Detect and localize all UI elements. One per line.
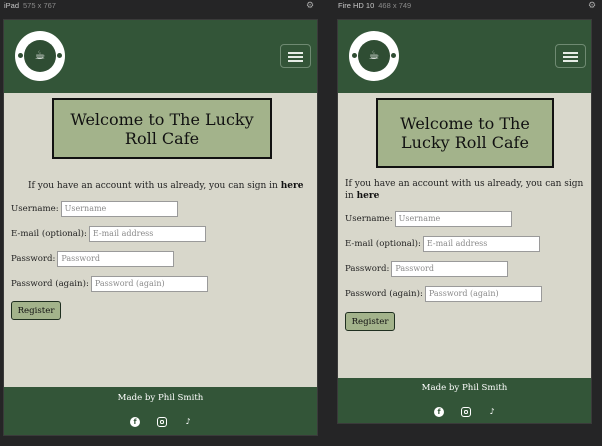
logo-dot	[391, 53, 396, 58]
logo-dot	[18, 53, 23, 58]
hamburger-menu-icon[interactable]	[555, 44, 586, 68]
welcome-heading: Welcome to The Lucky Roll Cafe	[376, 98, 554, 168]
device-label-ipad: iPad 575 x 767	[4, 0, 56, 14]
signin-text: If you have an account with us already, …	[345, 179, 584, 201]
password-again-row: Password (again): Password (again)	[11, 276, 208, 292]
email-label: E-mail (optional):	[345, 239, 421, 249]
password-row: Password: Password	[11, 251, 175, 267]
password-row: Password: Password	[345, 261, 509, 277]
tiktok-icon[interactable]: ♪	[183, 417, 193, 427]
email-row: E-mail (optional): E-mail address	[11, 226, 206, 242]
footer-credit: Made by Phil Smith	[117, 393, 204, 403]
facebook-icon[interactable]: f	[130, 417, 140, 427]
navbar: ☕	[338, 20, 591, 93]
settings-gear-icon[interactable]: ⚙	[587, 1, 597, 11]
device-size: 575 x 767	[23, 1, 56, 10]
password-label: Password:	[11, 254, 56, 264]
password-label: Password:	[345, 264, 390, 274]
password-again-row: Password (again): Password (again)	[345, 286, 542, 302]
cafe-logo[interactable]: ☕	[15, 31, 65, 81]
device-viewport-fire: ☕ Welcome to The Lucky Roll Cafe If you …	[337, 19, 592, 424]
register-button[interactable]: Register	[345, 312, 395, 331]
register-button[interactable]: Register	[11, 301, 61, 320]
password-input[interactable]: Password	[391, 261, 509, 277]
device-label-fire: Fire HD 10 468 x 749	[338, 0, 411, 14]
footer: Made by Phil Smith f ♪	[338, 378, 591, 423]
device-name: iPad	[4, 1, 20, 10]
signin-link[interactable]: here	[357, 191, 380, 201]
hamburger-menu-icon[interactable]	[280, 44, 311, 68]
email-input[interactable]: E-mail address	[88, 226, 206, 242]
email-label: E-mail (optional):	[11, 229, 87, 239]
username-label: Username:	[11, 204, 59, 214]
footer-credit: Made by Phil Smith	[421, 383, 508, 393]
signin-text: If you have an account with us already, …	[28, 181, 304, 191]
password-input[interactable]: Password	[57, 251, 175, 267]
instagram-icon[interactable]	[157, 417, 167, 427]
facebook-icon[interactable]: f	[434, 407, 444, 417]
footer: Made by Phil Smith f ♪	[4, 387, 317, 435]
device-size: 468 x 749	[378, 1, 412, 10]
cafe-logo[interactable]: ☕	[349, 31, 399, 81]
logo-dot	[57, 53, 62, 58]
device-viewport-ipad: ☕ Welcome to The Lucky Roll Cafe If you …	[3, 19, 318, 436]
username-row: Username: Username	[11, 201, 178, 217]
logo-dot	[352, 53, 357, 58]
email-row: E-mail (optional): E-mail address	[345, 236, 540, 252]
username-input[interactable]: Username	[394, 211, 512, 227]
password-again-input[interactable]: Password (again)	[90, 276, 208, 292]
welcome-heading: Welcome to The Lucky Roll Cafe	[52, 98, 272, 159]
signin-link[interactable]: here	[281, 181, 304, 191]
coffee-cup-icon: ☕	[368, 48, 380, 62]
navbar: ☕	[4, 20, 317, 93]
email-input[interactable]: E-mail address	[422, 236, 540, 252]
device-name: Fire HD 10	[338, 1, 375, 10]
username-input[interactable]: Username	[60, 201, 178, 217]
password-again-input[interactable]: Password (again)	[424, 286, 542, 302]
password-again-label: Password (again):	[345, 289, 423, 299]
username-label: Username:	[345, 214, 393, 224]
instagram-icon[interactable]	[461, 407, 471, 417]
tiktok-icon[interactable]: ♪	[487, 407, 497, 417]
coffee-cup-icon: ☕	[34, 48, 46, 62]
password-again-label: Password (again):	[11, 279, 89, 289]
username-row: Username: Username	[345, 211, 512, 227]
settings-gear-icon[interactable]: ⚙	[305, 1, 315, 11]
